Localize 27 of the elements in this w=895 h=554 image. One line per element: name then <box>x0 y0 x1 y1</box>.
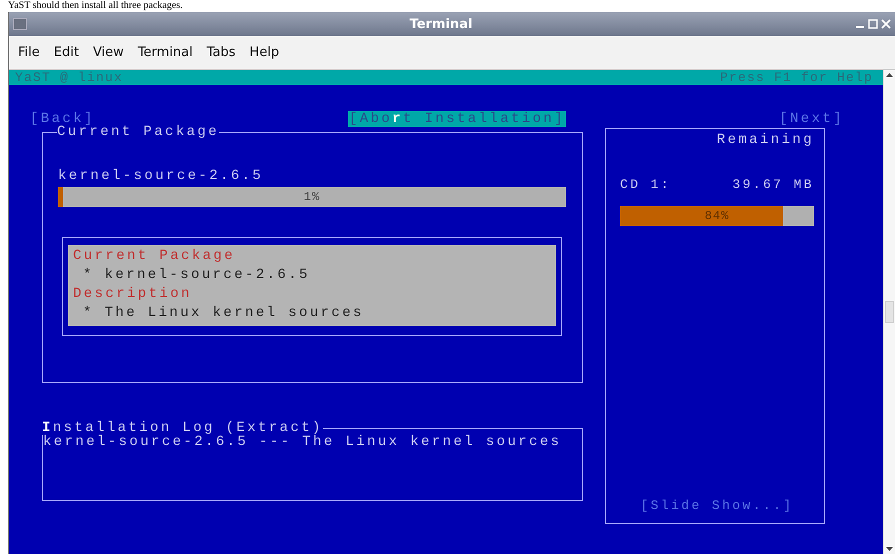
frame-title: I nstallation Log (Extract) <box>42 421 323 435</box>
maximize-icon[interactable] <box>868 19 878 29</box>
menu-item[interactable]: Terminal <box>130 45 200 60</box>
package-name: kernel-source-2.6.5 <box>58 169 264 183</box>
window-title: Terminal <box>408 16 474 32</box>
menu-item[interactable]: View <box>86 45 131 60</box>
menu-item[interactable]: Tabs <box>200 45 243 60</box>
media-size: 39.67 MB <box>732 177 814 192</box>
frame-title: Current Package <box>57 125 220 139</box>
menu-item[interactable]: File <box>11 45 47 60</box>
menu-item[interactable]: Help <box>242 45 286 60</box>
menu-item[interactable]: Edit <box>46 45 86 60</box>
status-text: YaST @ linux <box>15 70 124 85</box>
info-heading: Current Package <box>73 247 236 266</box>
info-heading: Description <box>73 285 193 304</box>
progress-percent: 1% <box>304 190 320 204</box>
close-icon[interactable] <box>881 19 891 29</box>
media-progress-percent: 84% <box>704 209 730 223</box>
help-hint: Press F1 for Help <box>720 70 873 85</box>
scroll-thumb[interactable] <box>885 301 894 323</box>
log-line: kernel-source-2.6.5 --- The Linux kernel sources <box>43 435 562 450</box>
info-item: * The Linux kernel sources <box>82 304 365 323</box>
media-label: CD 1: <box>620 177 672 192</box>
remaining-title: Remaining <box>716 133 814 147</box>
caption-text: YaST should then install all three packages. <box>8 0 183 12</box>
info-item: * kernel-source-2.6.5 <box>82 266 311 285</box>
terminal-icon <box>13 18 27 30</box>
